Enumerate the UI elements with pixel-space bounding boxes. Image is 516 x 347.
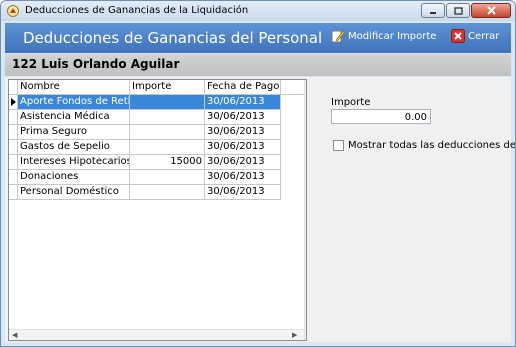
cell-importe[interactable] [130,95,205,110]
cell-nombre[interactable]: Donaciones [18,170,130,185]
show-all-checkbox-row[interactable]: Mostrar todas las deducciones del año [333,140,516,151]
minimize-button[interactable] [421,3,445,18]
cell-fecha[interactable]: 30/06/2013 [205,185,281,200]
cell-importe[interactable] [130,170,205,185]
scroll-left-icon[interactable]: ◀ [12,331,17,339]
modify-amount-button[interactable]: Modificar Importe [331,29,436,43]
table-row[interactable]: Aporte Fondos de Retiro 30/06/2013 [9,95,281,110]
table-row[interactable]: Intereses Hipotecarios 15000 30/06/2013 [9,155,281,170]
window-controls [420,3,511,18]
employee-bar: 122 Luis Orlando Aguilar [5,54,511,76]
current-row-icon [11,98,16,106]
maximize-icon [453,6,463,15]
cell-nombre[interactable]: Prima Seguro [18,125,130,140]
show-all-checkbox[interactable] [333,140,344,151]
row-selector[interactable] [9,125,18,140]
show-all-label: Mostrar todas las deducciones del año [348,140,516,151]
table-row[interactable]: Personal Doméstico 30/06/2013 [9,185,281,200]
modify-amount-label: Modificar Importe [348,30,437,42]
importe-label: Importe [331,97,371,108]
cell-nombre[interactable]: Aporte Fondos de Retiro [18,95,130,110]
window-title: Deducciones de Ganancias de la Liquidaci… [25,5,249,16]
column-header-fecha[interactable]: Fecha de Pago [205,80,281,95]
cell-importe[interactable] [130,125,205,140]
row-selector[interactable] [9,95,18,110]
app-icon [7,5,19,17]
cell-fecha[interactable]: 30/06/2013 [205,110,281,125]
deductions-grid[interactable]: Nombre Importe Fecha de Pago Aporte Fond… [8,79,307,341]
vertical-scrollbar[interactable]: ▲ ▼ [304,80,307,340]
row-selector[interactable] [9,110,18,125]
row-header-corner [9,80,18,95]
cell-fecha[interactable]: 30/06/2013 [205,125,281,140]
grid-header: Nombre Importe Fecha de Pago [9,80,306,95]
table-row[interactable]: Asistencia Médica 30/06/2013 [9,110,281,125]
employee-name: 122 Luis Orlando Aguilar [12,57,180,71]
cell-importe[interactable] [130,110,205,125]
cell-nombre[interactable]: Personal Doméstico [18,185,130,200]
scroll-thumb[interactable] [306,94,307,214]
cell-importe[interactable] [130,140,205,155]
cell-nombre[interactable]: Gastos de Sepelio [18,140,130,155]
close-button[interactable]: Cerrar [451,29,499,43]
row-selector[interactable] [9,140,18,155]
horizontal-scrollbar[interactable]: ◀ ▶ [9,329,304,340]
close-red-icon [451,29,465,43]
title-bar[interactable]: Deducciones de Ganancias de la Liquidaci… [1,1,515,21]
cell-fecha[interactable]: 30/06/2013 [205,155,281,170]
row-selector[interactable] [9,185,18,200]
close-window-button[interactable] [471,3,511,18]
row-selector[interactable] [9,155,18,170]
table-row[interactable]: Prima Seguro 30/06/2013 [9,125,281,140]
column-header-importe[interactable]: Importe [130,80,205,95]
header-bar: Deducciones de Ganancias del Personal Mo… [5,23,511,53]
page-title: Deducciones de Ganancias del Personal [23,29,323,47]
importe-field[interactable]: 0.00 [331,109,431,124]
scroll-right-icon[interactable]: ▶ [292,331,297,339]
minimize-icon [430,11,436,14]
content-panel: Nombre Importe Fecha de Pago Aporte Fond… [5,77,515,342]
cell-importe[interactable] [130,185,205,200]
table-row[interactable]: Gastos de Sepelio 30/06/2013 [9,140,281,155]
cell-nombre[interactable]: Intereses Hipotecarios [18,155,130,170]
table-row[interactable]: Donaciones 30/06/2013 [9,170,281,185]
row-selector[interactable] [9,170,18,185]
column-header-nombre[interactable]: Nombre [18,80,130,95]
cell-nombre[interactable]: Asistencia Médica [18,110,130,125]
maximize-button[interactable] [446,3,470,18]
close-label: Cerrar [468,30,500,42]
close-icon [486,6,496,15]
cell-fecha[interactable]: 30/06/2013 [205,140,281,155]
window: Deducciones de Ganancias de la Liquidaci… [0,0,516,347]
cell-importe[interactable]: 15000 [130,155,205,170]
cell-fecha[interactable]: 30/06/2013 [205,95,281,110]
cell-fecha[interactable]: 30/06/2013 [205,170,281,185]
edit-pencil-icon [331,30,345,43]
